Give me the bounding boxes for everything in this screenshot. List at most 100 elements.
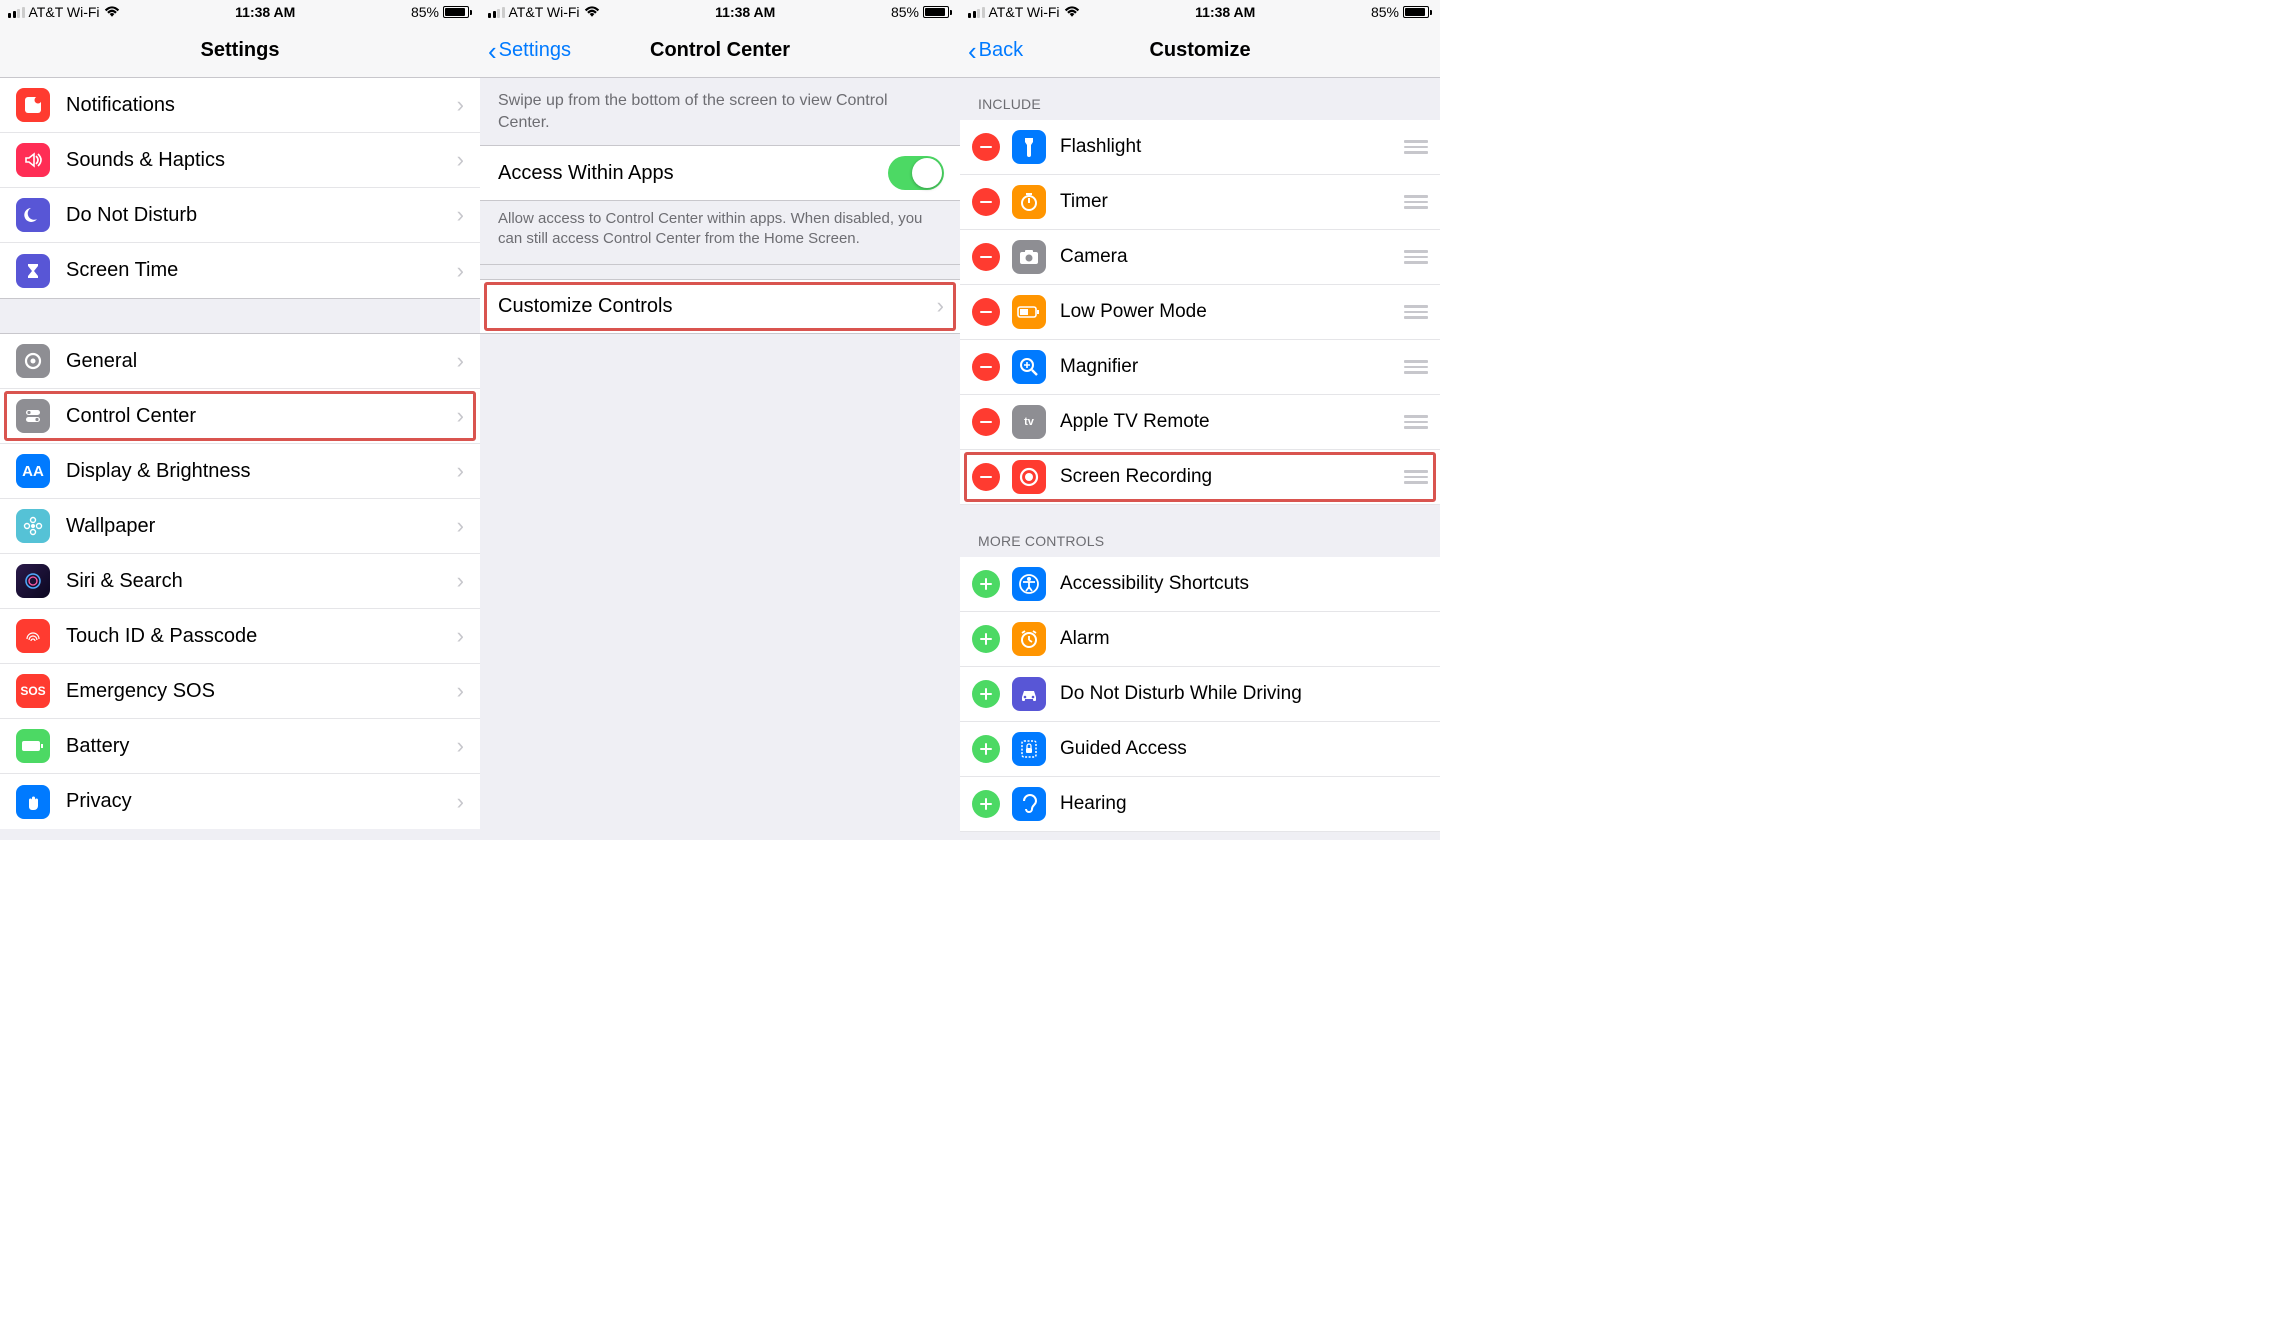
control-label: Timer (1060, 191, 1396, 213)
control-icon (1012, 732, 1046, 766)
add-button[interactable] (972, 735, 1000, 763)
battery-percent: 85% (891, 4, 919, 20)
screen-control-center: AT&T Wi-Fi 11:38 AM 85% ‹ Settings Contr… (480, 0, 960, 840)
control-row[interactable]: Screen Recording (960, 450, 1440, 505)
control-icon: 🣿tv (1012, 405, 1046, 439)
remove-button[interactable] (972, 408, 1000, 436)
add-button[interactable] (972, 625, 1000, 653)
chevron-right-icon: › (457, 789, 464, 815)
control-icon (1012, 295, 1046, 329)
row-sounds[interactable]: Sounds & Haptics › (0, 133, 480, 188)
chevron-right-icon: › (457, 513, 464, 539)
drag-handle-icon[interactable] (1404, 415, 1428, 429)
row-label: Notifications (66, 94, 457, 117)
toggles-icon (16, 399, 50, 433)
toggle-switch[interactable] (888, 156, 944, 190)
row-label: Display & Brightness (66, 460, 457, 483)
row-screentime[interactable]: Screen Time › (0, 243, 480, 298)
control-row[interactable]: Low Power Mode (960, 285, 1440, 340)
row-general[interactable]: General › (0, 334, 480, 389)
carrier-label: AT&T Wi-Fi (509, 4, 580, 20)
control-row[interactable]: Guided Access (960, 722, 1440, 777)
control-row[interactable]: Hearing (960, 777, 1440, 832)
carrier-label: AT&T Wi-Fi (29, 4, 100, 20)
intro-text: Swipe up from the bottom of the screen t… (480, 78, 960, 145)
toggle-label: Access Within Apps (498, 162, 888, 185)
row-label: Screen Time (66, 259, 457, 282)
cellular-signal-icon (968, 7, 985, 18)
row-label: General (66, 350, 457, 373)
row-control-center[interactable]: Control Center › (0, 389, 480, 444)
aa-icon: AA (16, 454, 50, 488)
row-privacy[interactable]: Privacy › (0, 774, 480, 829)
nav-bar: Settings (0, 24, 480, 78)
battery-row-icon (16, 729, 50, 763)
row-dnd[interactable]: Do Not Disturb › (0, 188, 480, 243)
row-siri[interactable]: Siri & Search › (0, 554, 480, 609)
chevron-right-icon: › (457, 92, 464, 118)
remove-button[interactable] (972, 188, 1000, 216)
row-wallpaper[interactable]: Wallpaper › (0, 499, 480, 554)
row-sos[interactable]: SOS Emergency SOS › (0, 664, 480, 719)
control-row[interactable]: Magnifier (960, 340, 1440, 395)
control-row[interactable]: Do Not Disturb While Driving (960, 667, 1440, 722)
control-row[interactable]: 🣿tvApple TV Remote (960, 395, 1440, 450)
control-label: Accessibility Shortcuts (1060, 573, 1428, 595)
control-label: Alarm (1060, 628, 1428, 650)
add-button[interactable] (972, 570, 1000, 598)
notifications-icon (16, 88, 50, 122)
drag-handle-icon[interactable] (1404, 305, 1428, 319)
row-label: Customize Controls (498, 295, 937, 318)
control-label: Flashlight (1060, 136, 1396, 158)
row-display[interactable]: AA Display & Brightness › (0, 444, 480, 499)
drag-handle-icon[interactable] (1404, 470, 1428, 484)
remove-button[interactable] (972, 243, 1000, 271)
chevron-right-icon: › (937, 293, 944, 319)
drag-handle-icon[interactable] (1404, 250, 1428, 264)
fingerprint-icon (16, 619, 50, 653)
drag-handle-icon[interactable] (1404, 360, 1428, 374)
battery-icon (923, 6, 952, 18)
chevron-right-icon: › (457, 147, 464, 173)
drag-handle-icon[interactable] (1404, 140, 1428, 154)
row-access-within-apps[interactable]: Access Within Apps (480, 145, 960, 201)
row-touchid[interactable]: Touch ID & Passcode › (0, 609, 480, 664)
row-label: Siri & Search (66, 570, 457, 593)
cellular-signal-icon (488, 7, 505, 18)
moon-icon (16, 198, 50, 232)
control-label: Camera (1060, 246, 1396, 268)
control-row[interactable]: Timer (960, 175, 1440, 230)
control-row[interactable]: Flashlight (960, 120, 1440, 175)
include-list: Flashlight Timer Camera Low Power Mode Magni… (960, 120, 1440, 505)
status-time: 11:38 AM (235, 4, 295, 20)
control-label: Do Not Disturb While Driving (1060, 683, 1428, 705)
chevron-right-icon: › (457, 678, 464, 704)
wifi-icon (584, 6, 600, 18)
row-label: Touch ID & Passcode (66, 625, 457, 648)
row-battery[interactable]: Battery › (0, 719, 480, 774)
control-icon (1012, 677, 1046, 711)
row-customize-controls[interactable]: Customize Controls › (480, 279, 960, 334)
control-icon (1012, 185, 1046, 219)
remove-button[interactable] (972, 463, 1000, 491)
control-row[interactable]: Camera (960, 230, 1440, 285)
remove-button[interactable] (972, 353, 1000, 381)
back-button[interactable]: ‹ Settings (488, 38, 571, 64)
control-row[interactable]: Alarm (960, 612, 1440, 667)
drag-handle-icon[interactable] (1404, 195, 1428, 209)
remove-button[interactable] (972, 298, 1000, 326)
battery-percent: 85% (411, 4, 439, 20)
row-notifications[interactable]: Notifications › (0, 78, 480, 133)
gear-icon (16, 344, 50, 378)
control-label: Low Power Mode (1060, 301, 1396, 323)
chevron-right-icon: › (457, 348, 464, 374)
control-icon (1012, 460, 1046, 494)
add-button[interactable] (972, 680, 1000, 708)
page-title: Control Center (650, 39, 790, 62)
row-label: Sounds & Haptics (66, 149, 457, 172)
add-button[interactable] (972, 790, 1000, 818)
control-label: Guided Access (1060, 738, 1428, 760)
control-row[interactable]: Accessibility Shortcuts (960, 557, 1440, 612)
back-button[interactable]: ‹ Back (968, 38, 1023, 64)
remove-button[interactable] (972, 133, 1000, 161)
